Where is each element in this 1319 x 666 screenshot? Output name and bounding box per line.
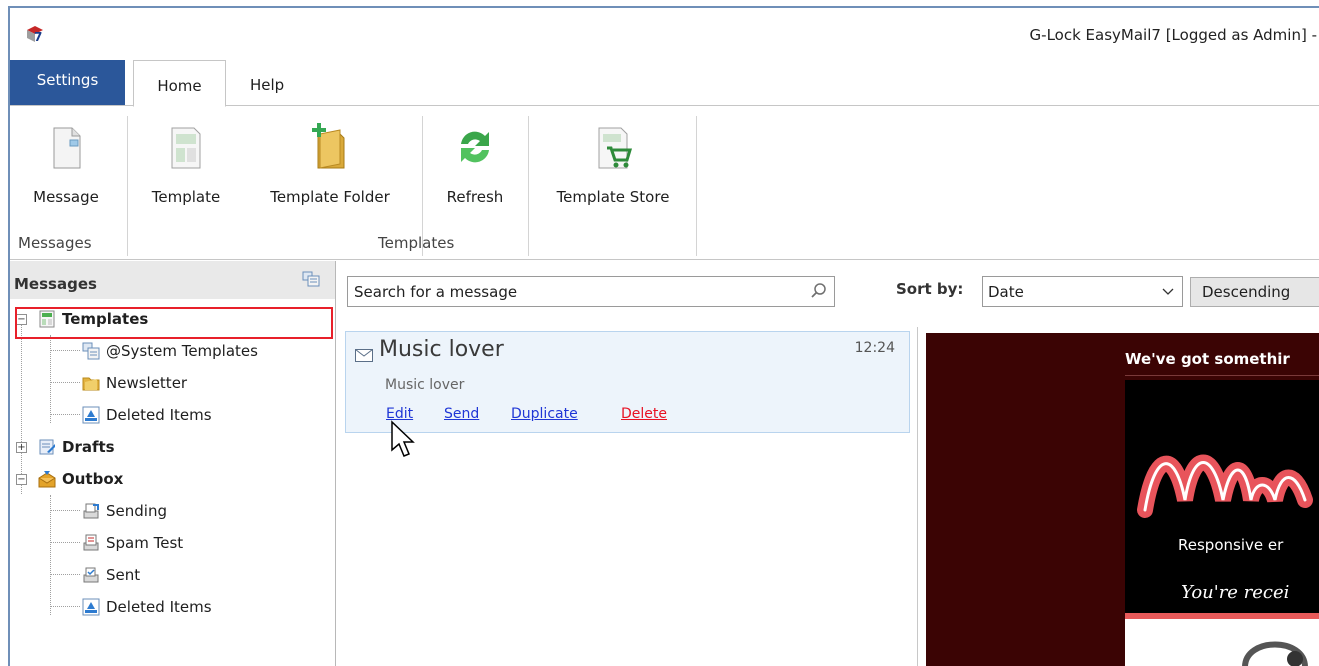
- template-icon: [171, 127, 201, 169]
- search-icon[interactable]: [810, 282, 828, 300]
- template-store-button[interactable]: Template Store: [538, 114, 688, 214]
- new-template-label: Template: [151, 188, 221, 206]
- ribbon-home: Message Template Template Folder Refresh…: [10, 105, 1319, 260]
- tree-label-outbox: Outbox: [62, 470, 124, 488]
- message-list-pane: Search for a message Music lover 12:24 M…: [337, 261, 927, 666]
- recycle-bin-icon: [82, 406, 100, 424]
- collapse-outbox-toggle[interactable]: −: [16, 474, 27, 485]
- new-template-folder-label: Template Folder: [270, 188, 390, 206]
- tree-label-deleted-items: Deleted Items: [106, 598, 212, 616]
- music-logo-image: [1137, 454, 1313, 518]
- headphones-image: [1242, 641, 1308, 666]
- tree-guide: [50, 510, 80, 511]
- new-message-button[interactable]: Message: [18, 114, 114, 214]
- template-store-icon: [598, 127, 633, 169]
- folder-pane-title: Messages: [14, 275, 97, 293]
- new-template-button[interactable]: Template: [138, 114, 234, 214]
- tab-home[interactable]: Home: [133, 60, 226, 107]
- system-templates-icon: [82, 342, 100, 360]
- sending-icon: [83, 503, 99, 519]
- ribbon-separator: [127, 116, 128, 256]
- tree-guide: [50, 574, 80, 575]
- message-card[interactable]: Music lover 12:24 Music lover Edit Send …: [345, 331, 910, 433]
- message-title: Music lover: [379, 337, 504, 362]
- window-title: G-Lock EasyMail7 [Logged as Admin] -: [1029, 26, 1317, 44]
- tree-guide: [50, 335, 51, 423]
- sort-by-select[interactable]: Date: [982, 276, 1183, 307]
- preview-divider: [1125, 375, 1319, 376]
- tree-label-newsletter: Newsletter: [106, 374, 188, 392]
- drafts-icon: [39, 439, 55, 455]
- search-placeholder: Search for a message: [354, 283, 518, 301]
- app-logo-icon: 7: [27, 26, 43, 44]
- tree-guide: [50, 382, 80, 383]
- template-store-label: Template Store: [556, 188, 670, 206]
- sort-order-button[interactable]: Descending: [1190, 277, 1319, 307]
- recycle-bin-icon: [82, 598, 100, 616]
- search-input[interactable]: Search for a message: [347, 276, 835, 307]
- ribbon-tabs: Settings Home Help: [10, 60, 1319, 107]
- template-folder-icon: [312, 123, 345, 169]
- tree-guide: [21, 324, 22, 494]
- tree-guide: [50, 414, 80, 415]
- tree-label-sending: Sending: [106, 502, 167, 520]
- tree-label-deleted-items: Deleted Items: [106, 406, 212, 424]
- refresh-button[interactable]: Refresh: [430, 114, 520, 214]
- tree-label-system-templates: @System Templates: [106, 342, 258, 360]
- svg-text:7: 7: [34, 30, 42, 44]
- duplicate-link[interactable]: Duplicate: [511, 406, 578, 422]
- tree-label-spam-test: Spam Test: [106, 534, 184, 552]
- title-bar: 7 G-Lock EasyMail7 [Logged as Admin] -: [10, 8, 1319, 60]
- pane-options-icon[interactable]: [302, 271, 320, 287]
- delete-link[interactable]: Delete: [621, 406, 667, 422]
- spam-test-icon: [83, 534, 99, 551]
- envelope-icon: [355, 349, 373, 362]
- refresh-icon: [461, 131, 489, 163]
- outbox-icon: [38, 471, 56, 488]
- new-message-icon: [53, 127, 81, 169]
- tab-help[interactable]: Help: [240, 60, 294, 106]
- refresh-label: Refresh: [446, 188, 504, 206]
- ribbon-separator: [696, 116, 697, 256]
- tab-settings[interactable]: Settings: [10, 60, 125, 106]
- folder-pane-header: Messages: [10, 261, 335, 299]
- tree-guide: [50, 542, 80, 543]
- tree-label-drafts: Drafts: [62, 438, 115, 456]
- preview-receiving-text: You're recei: [1181, 582, 1290, 603]
- chevron-down-icon: [1162, 288, 1174, 295]
- mouse-cursor-icon: [391, 420, 415, 457]
- message-time: 12:24: [854, 340, 895, 356]
- folder-tree: − Templates @System Templates Newsletter…: [10, 299, 335, 666]
- ribbon-group-templates: Templates: [378, 234, 455, 252]
- tree-guide: [50, 606, 80, 607]
- folder-icon: [82, 377, 100, 391]
- expand-drafts-toggle[interactable]: +: [16, 442, 27, 453]
- tree-label-sent: Sent: [106, 566, 141, 584]
- preview-image-area: [1125, 619, 1319, 666]
- sort-by-value: Date: [988, 283, 1024, 301]
- new-message-label: Message: [33, 188, 99, 206]
- new-template-folder-button[interactable]: Template Folder: [250, 114, 410, 214]
- folder-pane: Messages − Templates @System Templates N…: [10, 261, 336, 666]
- selection-highlight: [15, 307, 333, 339]
- ribbon-separator: [528, 116, 529, 256]
- tree-guide: [50, 495, 51, 615]
- send-link[interactable]: Send: [444, 406, 479, 422]
- tree-guide: [50, 350, 80, 351]
- ribbon-group-messages: Messages: [18, 234, 92, 252]
- preview-tagline: Responsive er: [1178, 536, 1284, 554]
- sent-icon: [83, 567, 99, 583]
- message-subtitle: Music lover: [385, 377, 465, 393]
- preview-header-text: We've got somethir: [1125, 350, 1290, 368]
- sort-label: Sort by:: [896, 280, 964, 298]
